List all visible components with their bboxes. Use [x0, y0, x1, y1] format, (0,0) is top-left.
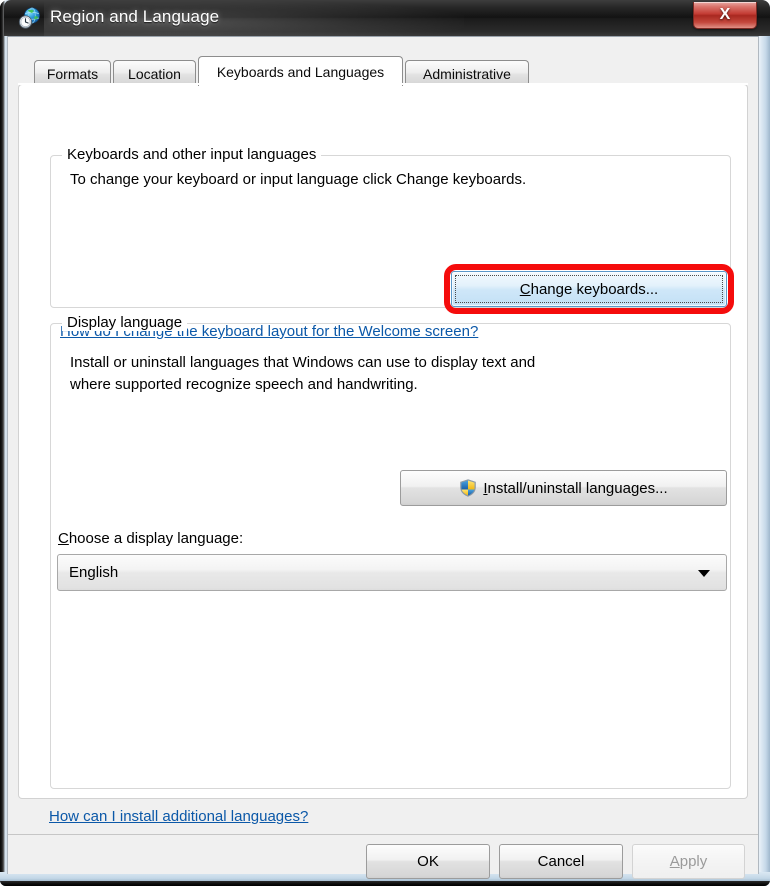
close-icon: X: [719, 6, 731, 23]
choose-display-language-accel: C: [58, 530, 69, 547]
dialog-client-area: Formats Location Keyboards and Languages…: [7, 36, 759, 879]
tab-active-underline: [18, 83, 748, 85]
window-frame-right: [758, 0, 770, 886]
group-display-legend: Display language: [62, 314, 188, 331]
install-languages-label: Install/uninstall languages...: [483, 480, 667, 497]
tab-location-label: Location: [128, 65, 181, 82]
display-language-value: English: [69, 564, 119, 581]
apply-accel: A: [669, 853, 680, 870]
tab-strip: Formats Location Keyboards and Languages…: [18, 56, 748, 86]
keyboards-description: To change your keyboard or input languag…: [70, 171, 527, 188]
display-description-line1: Install or uninstall languages that Wind…: [70, 354, 536, 371]
install-languages-rest: nstall/uninstall languages...: [487, 479, 668, 497]
install-additional-languages-link[interactable]: How can I install additional languages?: [49, 808, 308, 825]
close-button[interactable]: X: [693, 2, 757, 29]
change-keyboards-button[interactable]: Change keyboards...: [451, 271, 727, 307]
window-frame-left: [0, 0, 5, 886]
title-bar[interactable]: Region and Language X: [4, 0, 770, 36]
change-keyboards-rest: hange keyboards...: [530, 280, 659, 298]
ok-button[interactable]: OK: [366, 844, 490, 879]
apply-button: Apply: [632, 844, 745, 879]
change-keyboards-label: Change keyboards...: [520, 281, 658, 298]
tab-administrative-label: Administrative: [423, 65, 511, 82]
tab-page-keyboards-and-languages: Keyboards and other input languages To c…: [18, 84, 748, 799]
window-title: Region and Language: [50, 7, 220, 26]
tab-formats-label: Formats: [46, 65, 99, 82]
display-language-combobox[interactable]: English: [57, 554, 727, 591]
choose-display-language-rest: hoose a display language:: [68, 530, 244, 547]
apply-label: Apply: [670, 853, 708, 870]
choose-display-language-label: Choose a display language:: [58, 528, 243, 550]
window-frame-bottom-shadow: [0, 881, 770, 886]
region-and-language-window: Region and Language X Formats Location K…: [0, 0, 770, 886]
change-keyboards-accel: C: [519, 280, 531, 298]
ok-label: OK: [417, 853, 439, 870]
tab-keyboards-and-languages[interactable]: Keyboards and Languages: [198, 56, 403, 86]
chevron-down-icon: [698, 569, 710, 577]
apply-rest: pply: [679, 853, 708, 870]
install-uninstall-languages-button[interactable]: Install/uninstall languages...: [400, 470, 727, 506]
globe-clock-icon: [18, 7, 40, 29]
display-description-line2: where supported recognize speech and han…: [70, 376, 418, 393]
tab-keyboards-and-languages-label: Keyboards and Languages: [216, 63, 385, 80]
cancel-button[interactable]: Cancel: [499, 844, 623, 879]
group-keyboards-legend: Keyboards and other input languages: [62, 146, 322, 163]
uac-shield-icon: [460, 479, 477, 497]
cancel-label: Cancel: [537, 853, 585, 870]
